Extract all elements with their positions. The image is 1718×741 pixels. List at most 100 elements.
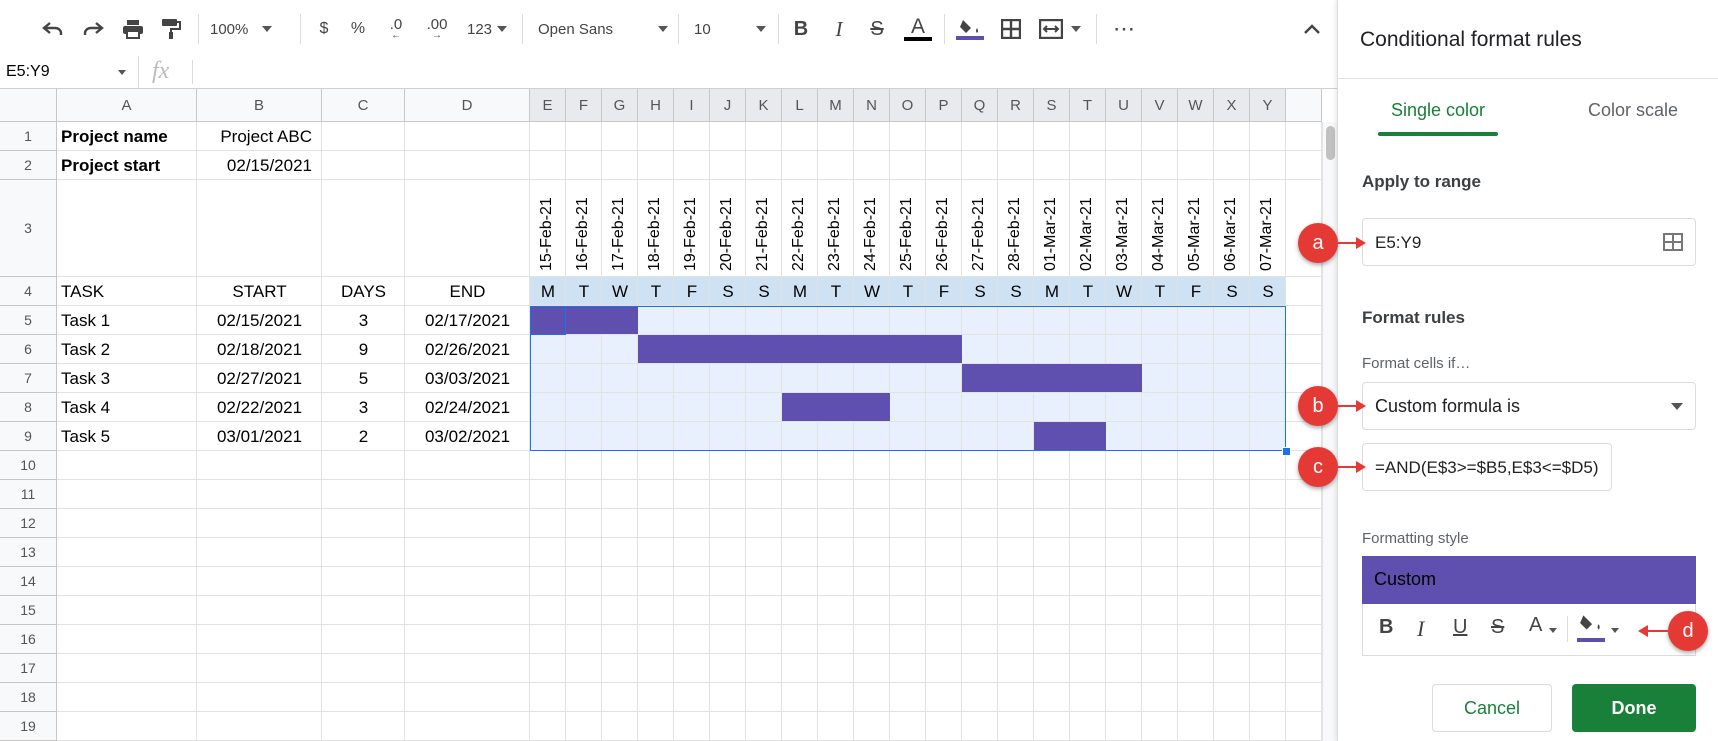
grid-cell[interactable] [1106, 122, 1142, 151]
grid-cell[interactable] [746, 596, 782, 625]
grid-cell[interactable] [746, 712, 782, 741]
grid-cell[interactable] [566, 596, 602, 625]
grid-cell[interactable] [197, 625, 322, 654]
grid-cell[interactable] [926, 538, 962, 567]
grid-cell[interactable] [197, 712, 322, 741]
grid-cell[interactable] [1142, 151, 1178, 180]
row-header[interactable]: 6 [0, 335, 57, 364]
grid-cell[interactable] [1070, 625, 1106, 654]
grid-cell[interactable] [1286, 567, 1322, 596]
grid-cell[interactable] [926, 151, 962, 180]
grid-cell[interactable] [782, 509, 818, 538]
row-header[interactable]: 12 [0, 509, 57, 538]
style-preview[interactable]: Custom [1362, 556, 1696, 604]
grid-cell[interactable] [818, 122, 854, 151]
grid-cell[interactable] [674, 509, 710, 538]
grid-cell[interactable] [197, 683, 322, 712]
grid-cell[interactable] [1142, 625, 1178, 654]
grid-cell[interactable] [710, 625, 746, 654]
grid-cell[interactable] [998, 625, 1034, 654]
row-header[interactable]: 17 [0, 654, 57, 683]
grid-cell[interactable] [566, 538, 602, 567]
grid-cell[interactable] [1070, 567, 1106, 596]
grid-cell[interactable] [566, 122, 602, 151]
grid-cell[interactable] [1250, 151, 1286, 180]
grid-cell[interactable] [926, 625, 962, 654]
grid-cell[interactable] [746, 451, 782, 480]
grid-cell[interactable] [322, 596, 405, 625]
grid-cell[interactable] [1178, 480, 1214, 509]
row-header[interactable]: 11 [0, 480, 57, 509]
row-header[interactable]: 13 [0, 538, 57, 567]
grid-cell[interactable] [322, 451, 405, 480]
condition-select[interactable]: Custom formula is [1362, 382, 1696, 430]
grid-cell[interactable] [710, 712, 746, 741]
grid-cell[interactable] [1286, 122, 1322, 151]
grid-cell[interactable] [1250, 509, 1286, 538]
column-header[interactable]: K [746, 89, 782, 122]
grid-cell[interactable] [602, 480, 638, 509]
grid-cell[interactable] [854, 451, 890, 480]
grid-cell[interactable] [818, 625, 854, 654]
font-select[interactable]: Open Sans [538, 14, 668, 44]
grid-cell[interactable] [1034, 712, 1070, 741]
grid-cell[interactable] [1214, 567, 1250, 596]
grid-cell[interactable] [782, 538, 818, 567]
grid-cell[interactable] [57, 480, 197, 509]
grid-cell[interactable] [1250, 654, 1286, 683]
grid-cell[interactable] [405, 625, 530, 654]
grid-cell[interactable] [405, 567, 530, 596]
grid-cell[interactable] [926, 122, 962, 151]
grid-cell[interactable] [782, 625, 818, 654]
grid-cell[interactable] [322, 654, 405, 683]
grid-cell[interactable] [322, 480, 405, 509]
grid-cell[interactable] [530, 712, 566, 741]
grid-cell[interactable] [197, 567, 322, 596]
grid-cell[interactable] [1034, 567, 1070, 596]
grid-cell[interactable] [926, 567, 962, 596]
grid-cell[interactable] [638, 480, 674, 509]
grid-cell[interactable] [57, 538, 197, 567]
grid-cell[interactable] [530, 625, 566, 654]
grid-cell[interactable] [1106, 451, 1142, 480]
grid-cell[interactable] [674, 122, 710, 151]
grid-cell[interactable] [818, 480, 854, 509]
grid-cell[interactable] [1070, 683, 1106, 712]
grid-cell[interactable] [1034, 151, 1070, 180]
grid-cell[interactable] [405, 712, 530, 741]
grid-cell[interactable] [1106, 683, 1142, 712]
grid-cell[interactable] [602, 625, 638, 654]
grid-cell[interactable] [1178, 712, 1214, 741]
grid-cell[interactable] [1106, 480, 1142, 509]
grid-cell[interactable] [638, 596, 674, 625]
grid-cell[interactable] [962, 122, 998, 151]
grid-cell[interactable] [1214, 538, 1250, 567]
grid-cell[interactable] [1250, 567, 1286, 596]
grid-cell[interactable] [1034, 596, 1070, 625]
grid-cell[interactable] [854, 538, 890, 567]
grid-cell[interactable] [1178, 509, 1214, 538]
grid-cell[interactable] [746, 509, 782, 538]
grid-cell[interactable] [1286, 625, 1322, 654]
grid-cell[interactable] [1214, 451, 1250, 480]
style-underline-button[interactable]: U [1453, 616, 1467, 639]
grid-cell[interactable] [710, 596, 746, 625]
row-header[interactable]: 8 [0, 393, 57, 422]
grid-cell[interactable] [890, 538, 926, 567]
grid-cell[interactable] [322, 567, 405, 596]
grid-cell[interactable] [1286, 654, 1322, 683]
row-header[interactable]: 2 [0, 151, 57, 180]
grid-cell[interactable] [1034, 654, 1070, 683]
grid-cell[interactable] [1034, 480, 1070, 509]
grid-cell[interactable] [1250, 683, 1286, 712]
grid-cell[interactable] [322, 122, 405, 151]
grid-cell[interactable] [1142, 122, 1178, 151]
grid-cell[interactable] [1070, 509, 1106, 538]
grid-cell[interactable] [890, 712, 926, 741]
grid-cell[interactable] [1070, 451, 1106, 480]
grid-cell[interactable] [1106, 625, 1142, 654]
grid-cell[interactable] [1070, 151, 1106, 180]
grid-cell[interactable] [818, 654, 854, 683]
collapse-toolbar-icon[interactable] [1298, 14, 1326, 44]
grid-cell[interactable] [890, 480, 926, 509]
